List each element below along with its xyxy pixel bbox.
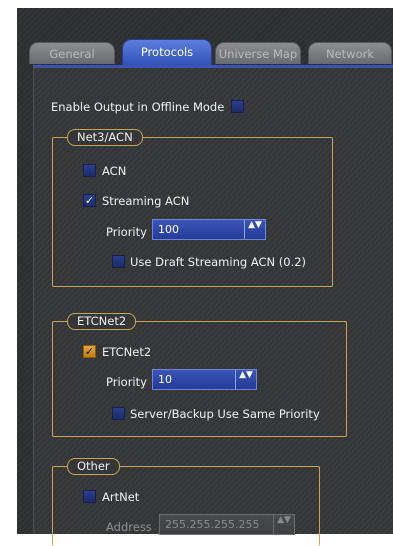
streaming-acn-label: Streaming ACN xyxy=(102,194,190,208)
tab-universe-map[interactable]: Universe Map xyxy=(215,42,301,64)
settings-window: General Protocols Universe Map Network E… xyxy=(17,8,393,546)
spinner-arrows-icon[interactable]: ▲▼ xyxy=(273,515,294,534)
tab-bar: General Protocols Universe Map Network xyxy=(17,38,393,66)
tab-general[interactable]: General xyxy=(29,42,115,64)
protocols-panel: Enable Output in Offline Mode Net3/ACN A… xyxy=(33,65,393,546)
etcnet2-priority-value: 10 xyxy=(158,373,172,386)
acn-priority-label: Priority xyxy=(106,225,147,239)
address-value: 255.255.255.255 xyxy=(165,518,260,531)
artnet-checkbox[interactable] xyxy=(83,490,96,503)
etcnet2-priority-label: Priority xyxy=(106,375,147,389)
acn-priority-value: 100 xyxy=(158,223,179,236)
same-priority-checkbox[interactable] xyxy=(112,407,125,420)
acn-label: ACN xyxy=(102,164,127,178)
address-label: Address xyxy=(106,520,152,534)
offline-mode-checkbox[interactable] xyxy=(231,100,244,113)
etcnet2-title: ETCNet2 xyxy=(67,313,137,330)
spinner-arrows-icon[interactable]: ▲▼ xyxy=(244,220,265,239)
acn-priority-spinbox[interactable]: 100 ▲▼ xyxy=(152,219,266,240)
draft-streaming-label: Use Draft Streaming ACN (0.2) xyxy=(130,255,307,269)
spinner-arrows-icon[interactable]: ▲▼ xyxy=(235,370,256,389)
draft-streaming-checkbox[interactable] xyxy=(112,255,125,268)
acn-checkbox[interactable] xyxy=(83,164,96,177)
artnet-label: ArtNet xyxy=(102,490,140,504)
other-title: Other xyxy=(67,458,120,475)
etcnet2-priority-spinbox[interactable]: 10 ▲▼ xyxy=(152,369,257,390)
etcnet2-checkbox[interactable]: ✓ xyxy=(83,345,96,358)
offline-mode-label: Enable Output in Offline Mode xyxy=(51,100,225,114)
streaming-acn-checkbox[interactable]: ✓ xyxy=(83,194,96,207)
tab-protocols[interactable]: Protocols xyxy=(122,39,212,66)
address-spinbox[interactable]: 255.255.255.255 ▲▼ xyxy=(159,514,295,535)
net3-acn-title: Net3/ACN xyxy=(67,129,143,146)
etcnet2-label: ETCNet2 xyxy=(102,345,152,359)
tab-network[interactable]: Network xyxy=(308,42,392,64)
same-priority-label: Server/Backup Use Same Priority xyxy=(130,407,320,421)
